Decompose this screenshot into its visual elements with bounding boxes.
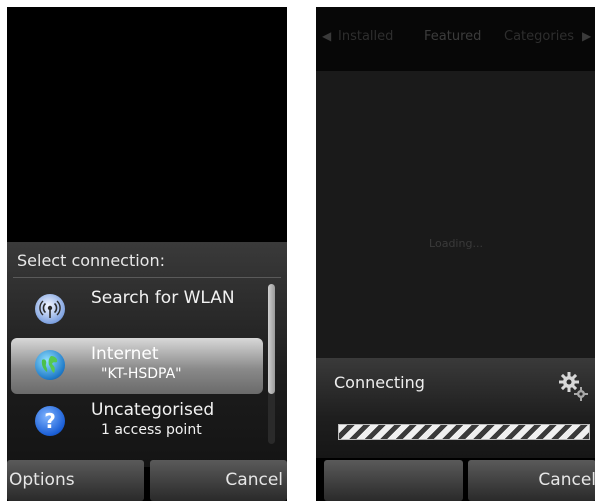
connecting-label: Connecting [334,373,425,392]
tab-left-arrow-icon[interactable]: ◀ [322,29,331,43]
options-button[interactable]: Options [7,460,144,501]
loading-text: Loading... [429,237,483,250]
options-label: Options [9,470,75,490]
content-area: Loading... [316,71,595,358]
cancel-button[interactable]: Cancel [468,460,595,501]
divider [13,277,281,278]
gear-icon [556,369,590,403]
tab-featured[interactable]: Featured [424,29,481,44]
list-item-uncategorised[interactable]: ? Uncategorised 1 access point [11,394,263,450]
cancel-button[interactable]: Cancel [150,460,287,501]
select-connection-dialog: Select connection: Search for WLAN Inter… [7,242,287,467]
scroll-thumb[interactable] [268,284,275,394]
help-icon: ? [35,406,65,436]
dialog-title: Select connection: [17,251,165,270]
left-softkey-button[interactable] [324,460,463,501]
item-sublabel: 1 access point [101,422,202,438]
item-label: Search for WLAN [91,288,235,308]
progress-bar [338,424,590,440]
item-label: Uncategorised [91,400,215,420]
list-item-internet[interactable]: Internet "KT-HSDPA" [11,338,263,394]
list-item-search-wlan[interactable]: Search for WLAN [11,282,263,338]
wlan-search-icon [35,294,65,324]
tab-installed[interactable]: Installed [338,29,393,44]
cancel-label: Cancel [225,470,283,490]
item-sublabel: "KT-HSDPA" [101,366,182,382]
tab-categories[interactable]: Categories [504,29,574,44]
tab-bar: ◀ Installed Featured Categories ▶ [316,7,595,71]
scrollbar[interactable] [268,284,275,444]
softkey-bar: Options Cancel [7,460,287,501]
phone-screen-connecting: ◀ Installed Featured Categories ▶ Loadin… [316,7,595,501]
globe-icon [35,350,65,380]
tab-right-arrow-icon[interactable]: ▶ [582,29,591,43]
softkey-bar: Cancel [316,460,595,501]
cancel-label: Cancel [538,470,595,490]
connecting-panel: Connecting [316,358,595,458]
item-label: Internet [91,344,159,364]
phone-screen-select-connection: Select connection: Search for WLAN Inter… [7,7,287,501]
